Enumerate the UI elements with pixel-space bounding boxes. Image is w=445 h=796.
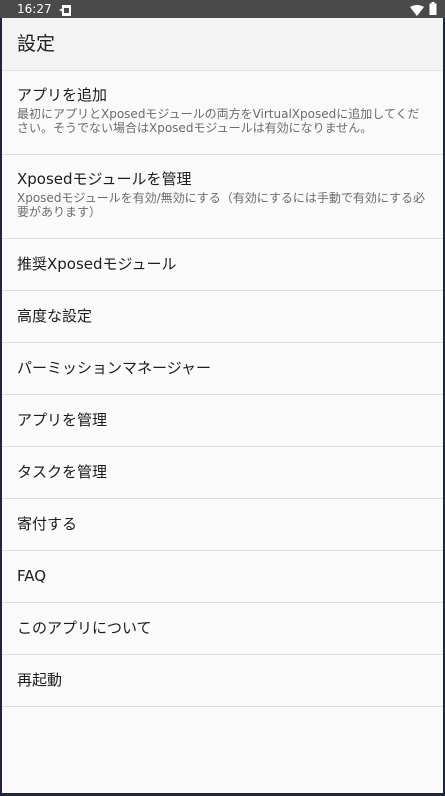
item-title: タスクを管理 bbox=[17, 463, 108, 481]
setting-manage-xposed-modules[interactable]: Xposedモジュールを管理 Xposedモジュールを有効/無効にする（有効にす… bbox=[2, 155, 443, 239]
setting-manage-tasks[interactable]: タスクを管理 bbox=[2, 447, 443, 499]
wifi-icon bbox=[410, 3, 424, 16]
device-frame: 16:27 設定 アプリを追加 最初にアプリとXposedモジュールの両方をVi… bbox=[0, 0, 445, 796]
item-title: 再起動 bbox=[17, 671, 63, 689]
item-title: 高度な設定 bbox=[17, 307, 93, 325]
setting-about[interactable]: このアプリについて bbox=[2, 603, 443, 655]
item-title: Xposedモジュールを管理 bbox=[17, 170, 192, 188]
settings-screen: 設定 アプリを追加 最初にアプリとXposedモジュールの両方をVirtualX… bbox=[2, 18, 443, 793]
sim-icon bbox=[59, 3, 71, 16]
item-title: アプリを追加 bbox=[17, 86, 108, 104]
setting-recommended-modules[interactable]: 推奨Xposedモジュール bbox=[2, 239, 443, 291]
status-time: 16:27 bbox=[17, 2, 52, 16]
settings-list: アプリを追加 最初にアプリとXposedモジュールの両方をVirtualXpos… bbox=[2, 71, 443, 707]
item-title: このアプリについて bbox=[17, 619, 152, 637]
item-title: パーミッションマネージャー bbox=[17, 359, 211, 377]
setting-permission-manager[interactable]: パーミッションマネージャー bbox=[2, 343, 443, 395]
setting-advanced[interactable]: 高度な設定 bbox=[2, 291, 443, 343]
status-bar: 16:27 bbox=[0, 0, 445, 18]
item-title: FAQ bbox=[17, 567, 47, 585]
setting-faq[interactable]: FAQ bbox=[2, 551, 443, 603]
page-title: 設定 bbox=[17, 33, 56, 55]
item-summary: 最初にアプリとXposedモジュールの両方をVirtualXposedに追加して… bbox=[17, 107, 420, 135]
item-title: アプリを管理 bbox=[17, 411, 108, 429]
app-bar: 設定 bbox=[2, 18, 443, 71]
item-title: 推奨Xposedモジュール bbox=[17, 255, 177, 273]
setting-manage-apps[interactable]: アプリを管理 bbox=[2, 395, 443, 447]
item-summary: Xposedモジュールを有効/無効にする（有効にするには手動で有効にする必要があ… bbox=[17, 191, 425, 219]
setting-add-app[interactable]: アプリを追加 最初にアプリとXposedモジュールの両方をVirtualXpos… bbox=[2, 71, 443, 155]
item-title: 寄付する bbox=[17, 515, 78, 533]
setting-reboot[interactable]: 再起動 bbox=[2, 655, 443, 707]
battery-icon bbox=[429, 2, 437, 15]
setting-donate[interactable]: 寄付する bbox=[2, 499, 443, 551]
